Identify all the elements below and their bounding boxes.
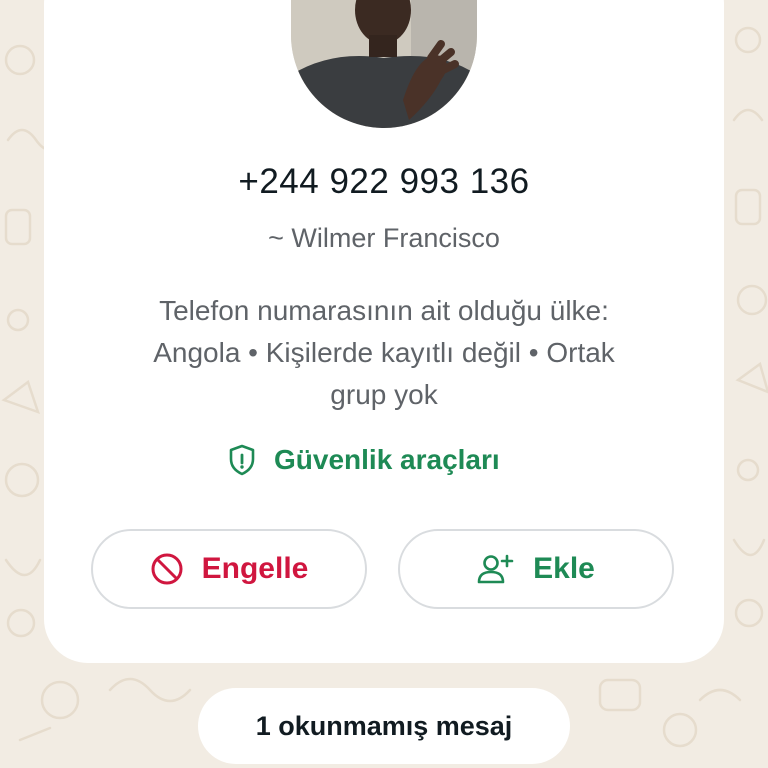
add-contact-button-label: Ekle xyxy=(533,552,595,585)
contact-details-line: Telefon numarasının ait olduğu ülke: xyxy=(159,295,609,326)
safety-tools-link[interactable]: Güvenlik araçları xyxy=(228,440,500,480)
add-person-icon xyxy=(477,554,514,584)
contact-details-text: Telefon numarasının ait olduğu ülke: Ang… xyxy=(96,290,672,416)
block-button-label: Engelle xyxy=(201,552,309,585)
add-contact-button[interactable]: Ekle xyxy=(398,529,674,609)
unread-messages-banner: 1 okunmamış mesaj xyxy=(198,688,570,764)
contact-details-line: Angola • Kişilerde kayıtlı değil • Ortak xyxy=(153,337,615,368)
shield-icon xyxy=(229,444,255,476)
block-icon xyxy=(151,553,183,585)
safety-tools-label: Güvenlik araçları xyxy=(274,444,500,475)
block-button[interactable]: Engelle xyxy=(91,529,367,609)
contact-phone-number: +244 922 993 136 xyxy=(238,162,530,201)
contact-push-name: ~ Wilmer Francisco xyxy=(268,223,500,253)
contact-details-line: grup yok xyxy=(330,379,438,410)
